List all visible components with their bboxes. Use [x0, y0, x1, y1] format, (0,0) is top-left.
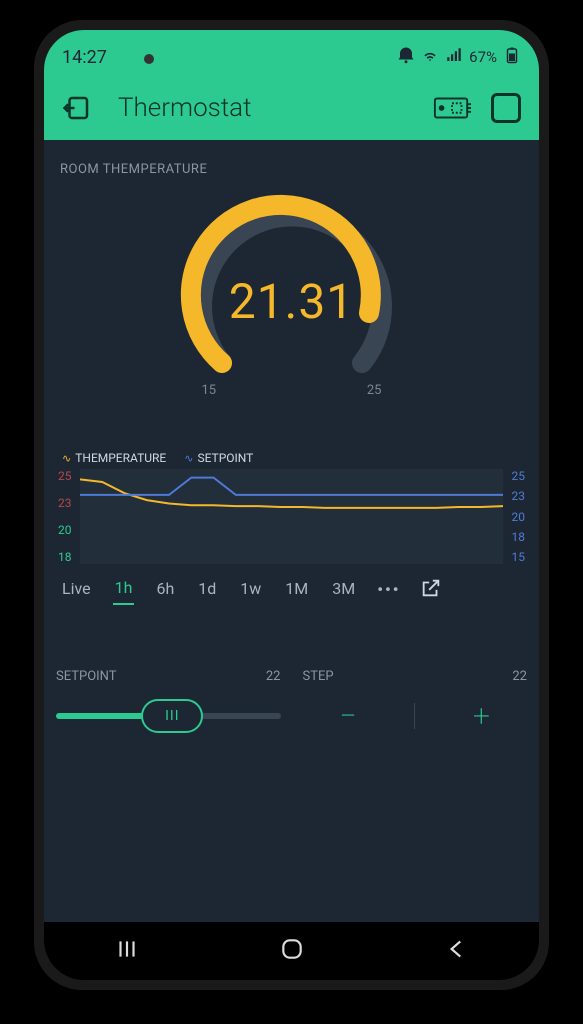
controls-row: SETPOINT 22 III STEP 22 − [56, 669, 527, 736]
recent-apps-button[interactable] [114, 936, 140, 966]
step-value: 22 [512, 669, 527, 684]
back-nav-button[interactable] [444, 936, 470, 966]
right-axis: 25 23 20 18 15 [512, 469, 526, 564]
chart-plot[interactable]: 25 23 20 18 25 23 20 18 15 [56, 469, 527, 564]
tab-1d[interactable]: 1d [196, 575, 218, 604]
page-title: Thermostat [118, 93, 417, 123]
tab-1M[interactable]: 1M [283, 575, 310, 604]
phone-frame: 14:27 67% [34, 20, 549, 990]
left-axis: 25 23 20 18 [58, 469, 72, 564]
content: ROOM THEMPERATURE 21.31 15 25 [44, 140, 539, 922]
legend-label: THEMPERATURE [75, 451, 166, 465]
tab-3M[interactable]: 3M [330, 575, 357, 604]
screen: 14:27 67% [44, 30, 539, 980]
back-button[interactable] [58, 89, 96, 127]
setpoint-control: SETPOINT 22 III [56, 669, 281, 736]
setpoint-label: SETPOINT [56, 669, 117, 684]
legend-temperature: ∿ THEMPERATURE [62, 451, 166, 465]
temperature-gauge: 21.31 15 25 [56, 183, 527, 393]
series-icon: ∿ [184, 452, 192, 465]
step-minus-button[interactable]: − [323, 699, 373, 734]
step-plus-button[interactable]: + [456, 699, 506, 734]
time-range-tabs: Live 1h 6h 1d 1w 1M 3M ••• [56, 574, 527, 605]
series-icon: ∿ [62, 452, 70, 465]
gauge-min: 15 [202, 383, 217, 398]
step-control: STEP 22 − + [303, 669, 528, 736]
gauge-label: ROOM THEMPERATURE [60, 162, 527, 177]
checkbox-toggle[interactable] [487, 89, 525, 127]
legend-label: SETPOINT [197, 451, 253, 465]
title-bar: Thermostat [44, 76, 539, 140]
divider [414, 703, 415, 729]
status-bar: 14:27 67% [44, 30, 539, 76]
gauge-ticks: 15 25 [172, 383, 412, 398]
alarm-icon [397, 46, 415, 68]
tab-1h[interactable]: 1h [113, 574, 135, 605]
tab-1w[interactable]: 1w [238, 575, 263, 604]
export-icon[interactable] [420, 577, 442, 603]
battery-text: 67% [469, 48, 497, 66]
legend-setpoint: ∿ SETPOINT [184, 451, 253, 465]
home-button[interactable] [279, 936, 305, 966]
slider-handle-icon[interactable]: III [141, 699, 203, 733]
setpoint-slider[interactable]: III [56, 696, 281, 736]
setpoint-value: 22 [266, 669, 281, 684]
clock: 14:27 [62, 47, 107, 68]
more-button[interactable]: ••• [377, 580, 400, 599]
android-nav-bar [44, 922, 539, 980]
wifi-icon [421, 46, 439, 68]
tab-live[interactable]: Live [60, 575, 93, 604]
gauge-value: 21.31 [56, 273, 527, 330]
step-label: STEP [303, 669, 334, 684]
device-icon-button[interactable] [433, 89, 471, 127]
gauge-max: 25 [367, 383, 382, 398]
chart-area: ∿ THEMPERATURE ∿ SETPOINT 25 23 20 18 [56, 451, 527, 605]
chart-legend: ∿ THEMPERATURE ∿ SETPOINT [62, 451, 527, 465]
battery-icon [503, 46, 521, 68]
signal-icon [445, 46, 463, 68]
status-right: 67% [397, 46, 521, 68]
tab-6h[interactable]: 6h [154, 575, 176, 604]
